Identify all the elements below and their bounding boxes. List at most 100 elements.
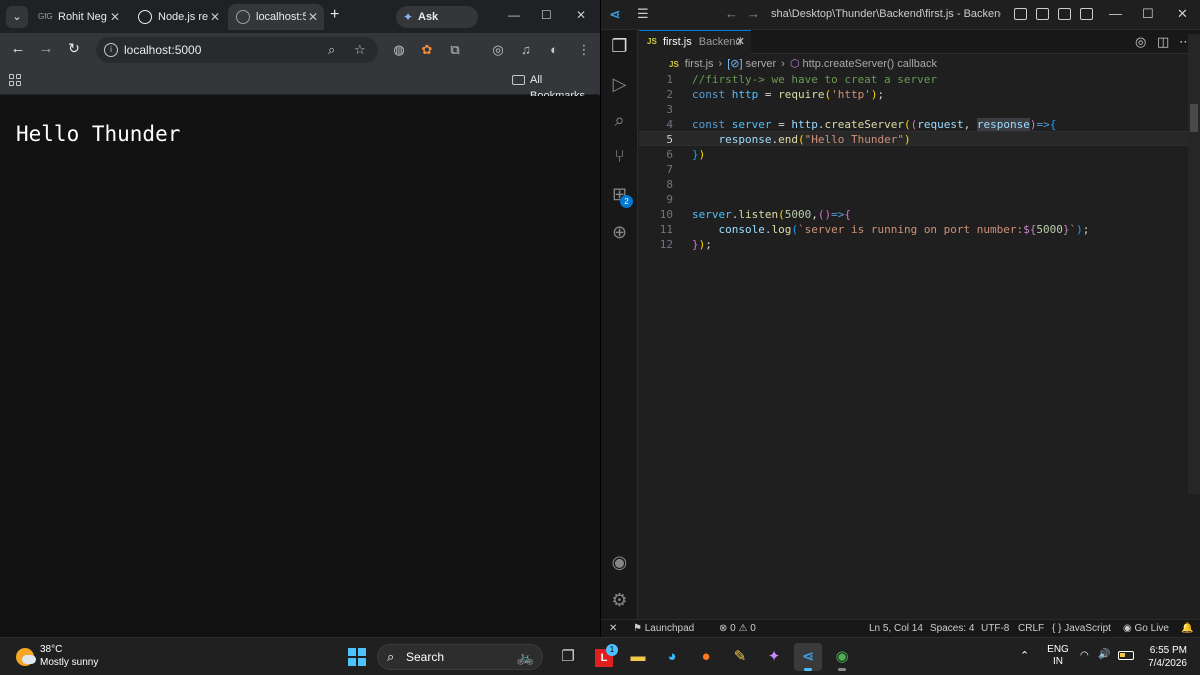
globe-favicon-icon: [236, 10, 250, 24]
breadcrumb-symbol-callback[interactable]: http.createServer() callback: [803, 58, 938, 70]
profile-avatar-icon[interactable]: ◐: [546, 42, 562, 58]
clock-time: 6:55 PM: [1149, 645, 1187, 656]
source-control-icon[interactable]: ⑂: [601, 146, 638, 167]
weather-description[interactable]: Mostly sunny: [40, 657, 98, 668]
tab-nodejs[interactable]: Node.js re ✕: [130, 4, 226, 30]
problems-item[interactable]: ⊗ 0 ⚠ 0: [719, 620, 756, 638]
firefox-icon[interactable]: ●: [692, 643, 720, 671]
language-mode[interactable]: { } JavaScript: [1052, 620, 1111, 638]
vscode-taskbar-icon[interactable]: ⋖: [794, 643, 822, 671]
maximize-icon[interactable]: ☐: [541, 8, 552, 22]
site-info-icon[interactable]: i: [104, 43, 118, 57]
accounts-icon[interactable]: ◉: [601, 552, 638, 573]
app-red-l-icon[interactable]: L1: [590, 643, 618, 671]
toggle-secondary-sidebar-icon[interactable]: [1080, 8, 1093, 20]
extensions-puzzle-icon[interactable]: ⧉: [447, 42, 463, 58]
performance-icon[interactable]: ◎: [490, 42, 506, 58]
function-icon: ⬡: [789, 58, 803, 70]
cursor-position[interactable]: Ln 5, Col 14: [869, 620, 923, 638]
taskbar-search[interactable]: ⌕ Search 🚲: [377, 644, 543, 670]
apps-grid-icon[interactable]: [9, 74, 21, 86]
forward-arrow-icon[interactable]: →: [747, 6, 760, 21]
explorer-icon[interactable]: ❐: [601, 36, 638, 57]
breadcrumb-file[interactable]: first.js: [685, 58, 714, 70]
code-editor[interactable]: 1//firstly-> we have to creat a server 2…: [639, 72, 1188, 618]
extension-globe-icon[interactable]: ◍: [391, 42, 407, 58]
url-text: localhost:5000: [124, 43, 202, 57]
encoding[interactable]: UTF-8: [981, 620, 1009, 638]
status-bar: ✕ ⚑ Launchpad ⊗ 0 ⚠ 0 Ln 5, Col 14 Space…: [601, 619, 1200, 637]
toggle-panel-icon[interactable]: [1058, 8, 1071, 20]
notifications-bell-icon[interactable]: 🔔: [1181, 620, 1193, 638]
file-explorer-icon[interactable]: ▬: [624, 643, 652, 671]
customize-layout-icon[interactable]: [1014, 8, 1027, 20]
back-arrow-icon[interactable]: ←: [8, 40, 28, 57]
git-graph-icon[interactable]: ⊕: [601, 222, 638, 243]
tab-rohit[interactable]: GfG Rohit Neg ✕: [30, 4, 126, 30]
bookmarks-bar: All Bookmarks: [0, 67, 600, 102]
copilot-icon[interactable]: ◎: [1135, 34, 1146, 50]
breadcrumb-symbol-server[interactable]: server: [746, 58, 777, 70]
close-tab-icon[interactable]: ✕: [110, 4, 120, 30]
toggle-primary-sidebar-icon[interactable]: [1036, 8, 1049, 20]
weather-temperature[interactable]: 38°C: [40, 644, 62, 655]
hamburger-menu-icon[interactable]: ☰: [637, 6, 649, 22]
windows-start-icon[interactable]: [348, 648, 366, 666]
go-live-button[interactable]: ◉ Go Live: [1123, 620, 1169, 638]
minimize-icon[interactable]: —: [1109, 6, 1122, 21]
ask-gemini-button[interactable]: ✦ Ask Gemini: [396, 6, 478, 45]
code-line: 2 const http = require('http');: [666, 88, 885, 101]
run-debug-icon[interactable]: ▷: [601, 74, 638, 95]
minimize-icon[interactable]: —: [508, 8, 520, 22]
zoom-icon[interactable]: ⌕: [328, 37, 335, 63]
remote-icon[interactable]: ✕: [609, 620, 617, 638]
close-window-icon[interactable]: ✕: [576, 8, 586, 22]
close-tab-icon[interactable]: ✕: [736, 31, 745, 53]
bookmark-star-icon[interactable]: ☆: [354, 37, 366, 63]
extension-orange-icon[interactable]: ✿: [419, 42, 435, 58]
menu-kebab-icon[interactable]: ⋮: [576, 42, 592, 58]
close-tab-icon[interactable]: ✕: [308, 4, 318, 30]
search-icon[interactable]: ⌕: [601, 110, 638, 131]
language-indicator[interactable]: ENG IN: [1046, 644, 1070, 668]
volume-icon[interactable]: 🔊: [1098, 649, 1110, 660]
lang-code: ENG: [1047, 644, 1069, 655]
copilot-app-icon[interactable]: ✦: [760, 643, 788, 671]
new-tab-button[interactable]: +: [330, 6, 339, 24]
forward-arrow-icon[interactable]: →: [36, 40, 56, 57]
edge-browser-icon[interactable]: ◕: [658, 643, 686, 671]
close-window-icon[interactable]: ✕: [1177, 6, 1188, 22]
show-hidden-icons-chevron-icon[interactable]: ⌃: [1020, 649, 1029, 662]
split-editor-icon[interactable]: ◫: [1157, 34, 1169, 50]
battery-icon[interactable]: [1118, 651, 1134, 660]
weather-cloud-icon: [22, 655, 36, 664]
chrome-taskbar-icon[interactable]: ◉: [828, 643, 856, 671]
wifi-icon[interactable]: ◠: [1080, 650, 1089, 661]
reload-icon[interactable]: ↻: [64, 40, 84, 57]
launchpad-item[interactable]: ⚑ Launchpad: [633, 620, 694, 638]
code-line: 9: [666, 193, 673, 206]
extensions-icon[interactable]: ⊞ 2: [601, 184, 638, 208]
tab-filename: first.js: [663, 36, 692, 48]
code-line: 11 console.log(`server is running on por…: [659, 223, 1090, 236]
tab-localhost[interactable]: localhost:5 ✕: [228, 4, 324, 30]
maximize-icon[interactable]: ☐: [1142, 6, 1154, 22]
tab-label: Rohit Neg: [58, 11, 107, 23]
media-controls-icon[interactable]: ♫: [518, 42, 534, 58]
editor-scrollbar[interactable]: [1188, 34, 1200, 494]
notes-app-icon[interactable]: ✎: [726, 643, 754, 671]
task-view-icon[interactable]: ❐: [554, 643, 582, 671]
variable-icon: [⊘]: [727, 58, 746, 70]
address-bar[interactable]: i localhost:5000 ⌕ ☆: [96, 37, 378, 63]
back-arrow-icon[interactable]: ←: [725, 6, 738, 21]
settings-gear-icon[interactable]: ⚙: [601, 590, 638, 611]
line-ending[interactable]: CRLF: [1018, 620, 1044, 638]
indentation[interactable]: Spaces: 4: [930, 620, 974, 638]
vscode-titlebar: ⋖ ☰ ← → sha\Desktop\Thunder\Backend\firs…: [601, 0, 1200, 30]
chevron-right-icon: ›: [781, 58, 785, 70]
editor-tab-first-js[interactable]: JS first.js Backend ✕: [639, 30, 751, 54]
system-clock[interactable]: 6:55 PM 7/4/2026: [1133, 644, 1187, 670]
tab-search-button[interactable]: ⌄: [6, 6, 28, 28]
browser-toolbar: ← → ↻ i localhost:5000 ⌕ ☆ ◍ ✿ ⧉ ◎ ♫ ◐ ⋮: [0, 33, 600, 67]
close-tab-icon[interactable]: ✕: [210, 4, 220, 30]
